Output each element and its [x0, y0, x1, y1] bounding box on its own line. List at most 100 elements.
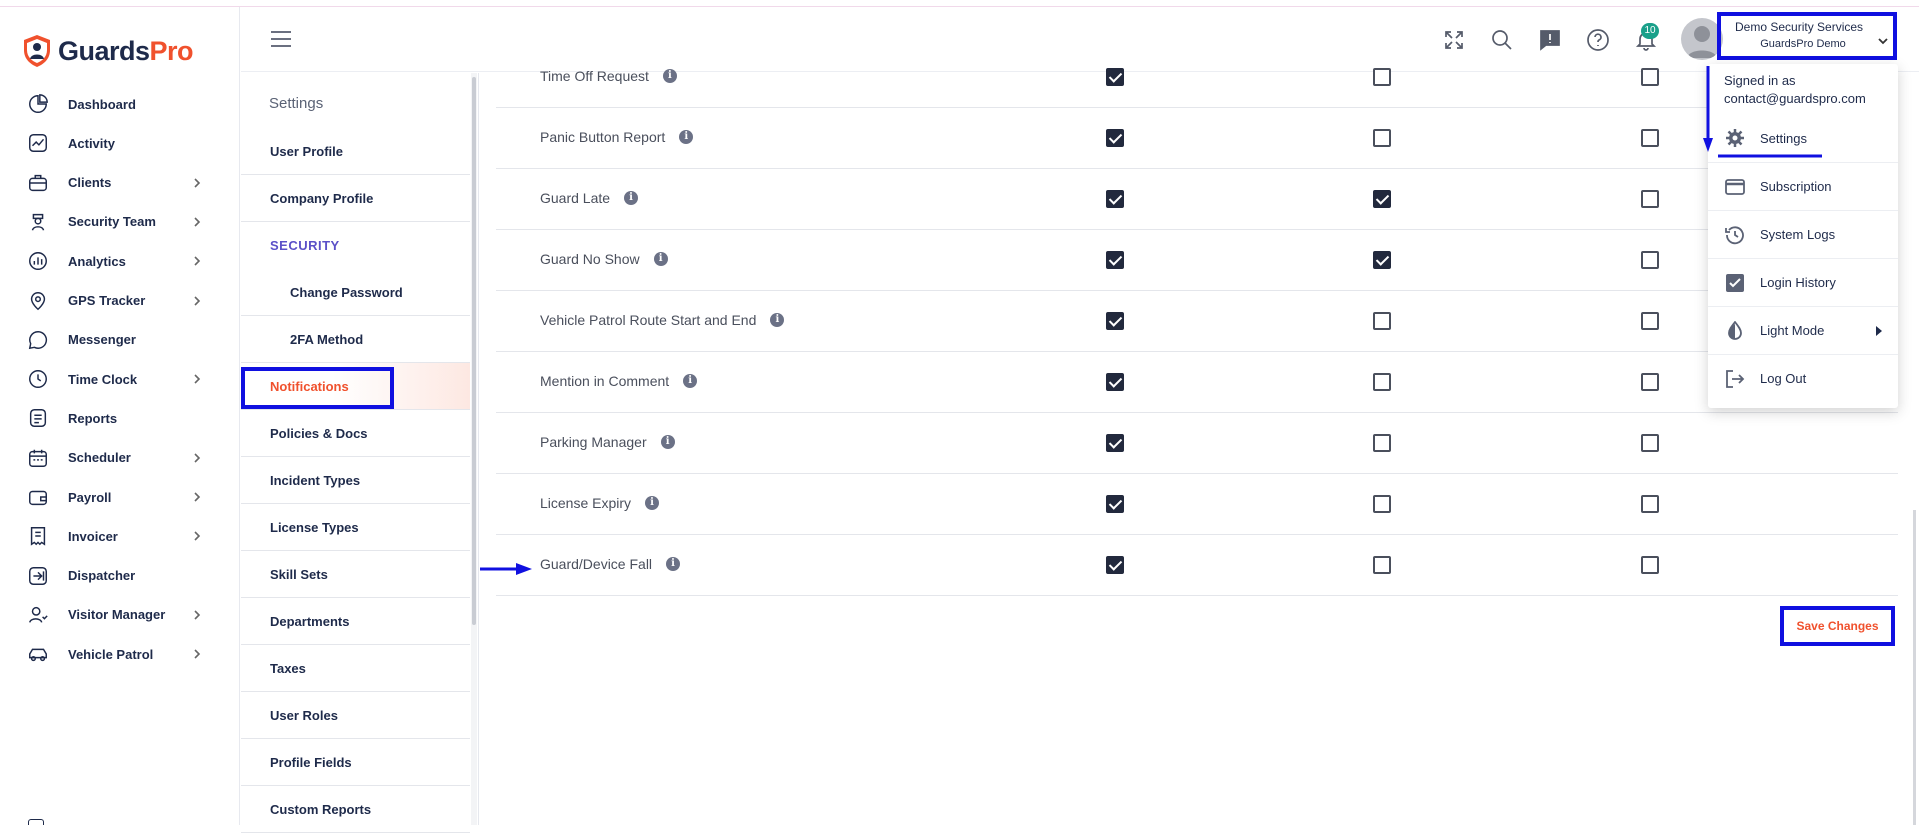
- notification-checkbox-3[interactable]: [1641, 556, 1659, 574]
- settings-scrollbar-thumb[interactable]: [472, 77, 476, 625]
- sidebar-item-messenger[interactable]: Messenger: [26, 325, 216, 355]
- settings-item-company-profile[interactable]: Company Profile: [241, 175, 470, 222]
- sidebar-item-reports[interactable]: Reports: [26, 403, 216, 433]
- info-icon[interactable]: i: [666, 557, 681, 571]
- settings-item-incident-types[interactable]: Incident Types: [241, 457, 470, 504]
- sidebar-item-dispatcher[interactable]: Dispatcher: [26, 561, 216, 591]
- brand-name-part1: Guards: [58, 35, 150, 66]
- notification-checkbox-3[interactable]: [1641, 373, 1659, 391]
- info-icon[interactable]: i: [662, 69, 677, 83]
- notification-checkbox-1[interactable]: [1106, 495, 1124, 513]
- guard-icon: [26, 210, 50, 234]
- info-icon[interactable]: i: [660, 435, 675, 449]
- notification-checkbox-1[interactable]: [1106, 434, 1124, 452]
- notification-checkbox-3[interactable]: [1641, 312, 1659, 330]
- notification-checkbox-1[interactable]: [1106, 556, 1124, 574]
- settings-item-label: Incident Types: [270, 472, 361, 488]
- receipt-icon: [26, 524, 50, 548]
- notification-checkbox-3[interactable]: [1641, 129, 1659, 147]
- menu-item-log-out[interactable]: Log Out: [1708, 354, 1898, 402]
- sidebar-item-clients[interactable]: Clients: [26, 168, 216, 198]
- sidebar-item-activity[interactable]: Activity: [26, 128, 216, 158]
- menu-item-system-logs[interactable]: System Logs: [1708, 210, 1898, 258]
- settings-item-2fa-method[interactable]: 2FA Method: [241, 316, 470, 363]
- notification-checkbox-2[interactable]: [1373, 312, 1391, 330]
- sidebar-item-time-clock[interactable]: Time Clock: [26, 364, 216, 394]
- settings-item-policies-docs[interactable]: Policies & Docs: [241, 410, 470, 457]
- notification-checkbox-1[interactable]: [1106, 312, 1124, 330]
- notification-checkbox-2[interactable]: [1373, 556, 1391, 574]
- notification-name: Parking Manager i: [540, 434, 675, 450]
- info-icon[interactable]: i: [653, 252, 668, 266]
- notification-label: Mention in Comment: [540, 373, 670, 389]
- menu-item-subscription[interactable]: Subscription: [1708, 162, 1898, 210]
- calendar-icon: [26, 446, 50, 470]
- chevron-right-icon: [190, 294, 204, 308]
- info-icon[interactable]: i: [624, 191, 639, 205]
- info-icon[interactable]: i: [645, 496, 660, 510]
- info-icon[interactable]: i: [683, 374, 698, 388]
- notification-name: Guard No Show i: [540, 251, 668, 267]
- sidebar-item-label: Invoicer: [68, 528, 118, 544]
- notifications-highlight-annotation: [241, 367, 394, 409]
- sidebar-item-vehicle-patrol[interactable]: Vehicle Patrol: [26, 639, 216, 669]
- settings-item-profile-fields[interactable]: Profile Fields: [241, 739, 470, 786]
- notification-checkbox-1[interactable]: [1106, 251, 1124, 269]
- sidebar-item-security-team[interactable]: Security Team: [26, 207, 216, 237]
- settings-item-user-profile[interactable]: User Profile: [241, 128, 470, 175]
- notification-checkbox-3[interactable]: [1641, 251, 1659, 269]
- sidebar-item-scheduler[interactable]: Scheduler: [26, 443, 216, 473]
- settings-item-departments[interactable]: Departments: [241, 598, 470, 645]
- settings-item-license-types[interactable]: License Types: [241, 504, 470, 551]
- notification-label: Panic Button Report: [540, 129, 666, 145]
- notification-name: Panic Button Report i: [540, 129, 694, 145]
- save-changes-button[interactable]: Save Changes: [1780, 606, 1895, 646]
- sidebar-item-label: Time Clock: [68, 371, 138, 387]
- page-scrollbar[interactable]: [1913, 510, 1916, 825]
- guardspro-logo[interactable]: GuardsPro: [22, 33, 194, 69]
- settings-item-label: Profile Fields: [270, 754, 352, 770]
- settings-item-change-password[interactable]: Change Password: [241, 269, 470, 316]
- info-icon[interactable]: i: [679, 130, 694, 144]
- notification-name: Guard/Device Fall i: [540, 556, 681, 572]
- settings-item-user-roles[interactable]: User Roles: [241, 692, 470, 739]
- notification-checkbox-3[interactable]: [1641, 434, 1659, 452]
- notification-checkbox-2[interactable]: [1373, 129, 1391, 147]
- notification-name: Mention in Comment i: [540, 373, 698, 389]
- notification-checkbox-2[interactable]: [1373, 190, 1391, 208]
- settings-item-taxes[interactable]: Taxes: [241, 645, 470, 692]
- sidebar-item-invoicer[interactable]: Invoicer: [26, 521, 216, 551]
- sidebar-item-payroll[interactable]: Payroll: [26, 482, 216, 512]
- chevron-right-icon: [190, 254, 204, 268]
- chevron-right-icon: [190, 647, 204, 661]
- notification-checkbox-2[interactable]: [1373, 373, 1391, 391]
- notification-label: Time Off Request: [540, 68, 649, 84]
- sidebar-item-label: Security Team: [68, 214, 156, 230]
- sidebar-item-label: Analytics: [68, 253, 126, 269]
- sidebar-item-gps-tracker[interactable]: GPS Tracker: [26, 286, 216, 316]
- info-icon[interactable]: i: [770, 313, 785, 327]
- notification-checkbox-1[interactable]: [1106, 190, 1124, 208]
- notification-checkbox-2[interactable]: [1373, 251, 1391, 269]
- notification-checkbox-3[interactable]: [1641, 190, 1659, 208]
- settings-scrollbar[interactable]: [471, 73, 477, 825]
- hamburger-menu-icon[interactable]: [271, 31, 291, 47]
- notification-checkbox-1[interactable]: [1106, 373, 1124, 391]
- sidebar-item-dashboard[interactable]: Dashboard: [26, 89, 216, 119]
- notification-checkbox-3[interactable]: [1641, 68, 1659, 86]
- account-org-name: Demo Security Services: [1735, 20, 1864, 34]
- settings-item-custom-reports[interactable]: Custom Reports: [241, 786, 470, 833]
- notification-checkbox-2[interactable]: [1373, 68, 1391, 86]
- settings-item-skill-sets[interactable]: Skill Sets: [241, 551, 470, 598]
- notification-checkbox-3[interactable]: [1641, 495, 1659, 513]
- sidebar-item-analytics[interactable]: Analytics: [26, 246, 216, 276]
- notification-checkbox-1[interactable]: [1106, 68, 1124, 86]
- settings-item-label: Departments: [270, 613, 350, 629]
- notification-checkbox-2[interactable]: [1373, 434, 1391, 452]
- menu-item-login-history[interactable]: Login History: [1708, 258, 1898, 306]
- notification-checkbox-2[interactable]: [1373, 495, 1391, 513]
- sidebar-item-visitor-manager[interactable]: Visitor Manager: [26, 600, 216, 630]
- annotation-arrow-icon: [480, 563, 532, 575]
- menu-item-light-mode[interactable]: Light Mode: [1708, 306, 1898, 354]
- notification-checkbox-1[interactable]: [1106, 129, 1124, 147]
